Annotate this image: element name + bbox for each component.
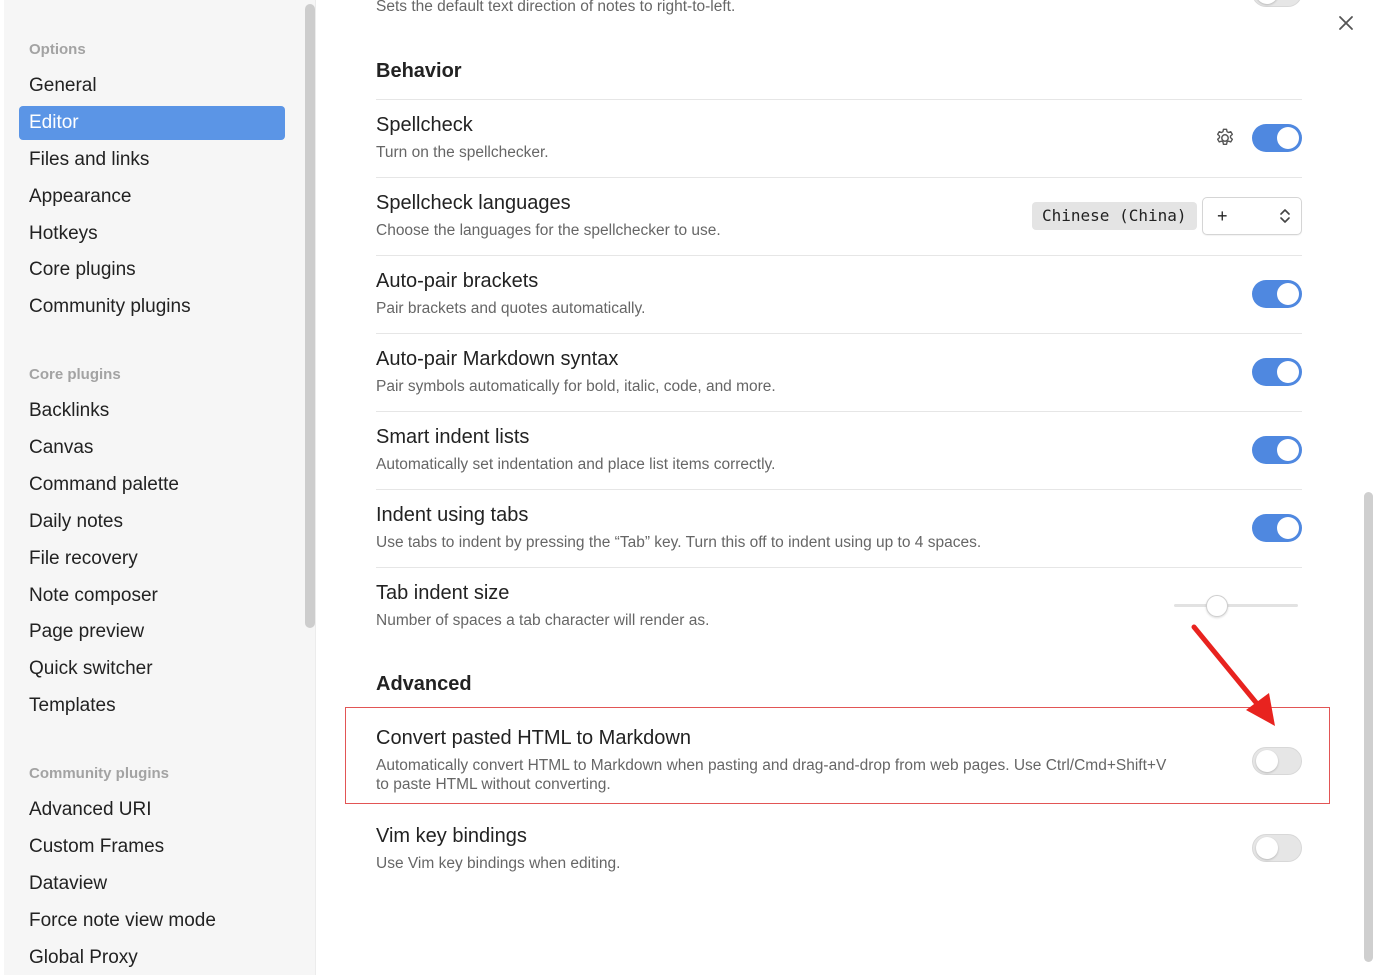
settings-content: Sets the default text direction of notes… xyxy=(317,0,1379,975)
autopair-markdown-toggle[interactable] xyxy=(1252,358,1302,386)
autopair-brackets-toggle[interactable] xyxy=(1252,280,1302,308)
setting-desc: Sets the default text direction of notes… xyxy=(376,0,736,15)
close-button[interactable] xyxy=(1333,10,1359,36)
language-select[interactable]: + xyxy=(1202,197,1302,235)
tab-size-slider[interactable] xyxy=(1174,604,1298,607)
language-chip[interactable]: Chinese (China) xyxy=(1032,202,1197,230)
content-scrollbar[interactable] xyxy=(1364,492,1373,962)
gear-icon[interactable] xyxy=(1214,127,1236,149)
divider xyxy=(376,567,1302,568)
sidebar-item-daily-notes[interactable]: Daily notes xyxy=(19,505,285,539)
sidebar-item-custom-frames[interactable]: Custom Frames xyxy=(19,830,285,864)
sidebar-scrollbar[interactable] xyxy=(305,4,315,628)
setting-name: Vim key bindings xyxy=(376,825,527,847)
sidebar-item-file-recovery[interactable]: File recovery xyxy=(19,542,285,576)
sidebar-item-hotkeys[interactable]: Hotkeys xyxy=(19,217,285,251)
spellcheck-toggle[interactable] xyxy=(1252,124,1302,152)
sidebar-header-options: Options xyxy=(29,41,86,58)
sidebar-item-templates[interactable]: Templates xyxy=(19,689,285,723)
slider-thumb[interactable] xyxy=(1206,595,1229,617)
setting-vim: Vim key bindings Use Vim key bindings wh… xyxy=(376,805,1302,885)
sidebar-item-general[interactable]: General xyxy=(19,69,285,103)
setting-spellcheck: Spellcheck Turn on the spellchecker. xyxy=(376,99,1302,177)
sidebar-item-backlinks[interactable]: Backlinks xyxy=(19,394,285,428)
sidebar-header-community-plugins: Community plugins xyxy=(29,765,169,782)
smart-indent-toggle[interactable] xyxy=(1252,436,1302,464)
sidebar-item-global-proxy[interactable]: Global Proxy xyxy=(19,941,285,975)
setting-desc: Automatically set indentation and place … xyxy=(376,456,776,473)
sidebar-item-files-and-links[interactable]: Files and links xyxy=(19,143,285,177)
setting-name: Smart indent lists xyxy=(376,426,530,448)
setting-autopair-brackets: Auto-pair brackets Pair brackets and quo… xyxy=(376,255,1302,333)
setting-desc: Choose the languages for the spellchecke… xyxy=(376,222,721,239)
setting-spellcheck-languages: Spellcheck languages Choose the language… xyxy=(376,177,1302,255)
setting-name: Auto-pair Markdown syntax xyxy=(376,348,619,370)
divider xyxy=(376,333,1302,334)
close-icon xyxy=(1339,16,1353,30)
sidebar-item-advanced-uri[interactable]: Advanced URI xyxy=(19,793,285,827)
setting-desc: Turn on the spellchecker. xyxy=(376,144,549,161)
sidebar-item-canvas[interactable]: Canvas xyxy=(19,431,285,465)
setting-desc: Use Vim key bindings when editing. xyxy=(376,855,621,872)
sidebar-header-core-plugins: Core plugins xyxy=(29,366,121,383)
select-value: + xyxy=(1217,206,1228,226)
sidebar-item-editor[interactable]: Editor xyxy=(19,106,285,140)
rtl-toggle[interactable] xyxy=(1252,0,1302,7)
sidebar-item-core-plugins[interactable]: Core plugins xyxy=(19,253,285,287)
setting-name: Spellcheck languages xyxy=(376,192,571,214)
setting-smart-indent: Smart indent lists Automatically set ind… xyxy=(376,411,1302,489)
divider xyxy=(376,489,1302,490)
vim-toggle[interactable] xyxy=(1252,834,1302,862)
setting-tab-size: Tab indent size Number of spaces a tab c… xyxy=(376,567,1302,645)
sidebar-item-force-note-view-mode[interactable]: Force note view mode xyxy=(19,904,285,938)
setting-autopair-markdown: Auto-pair Markdown syntax Pair symbols a… xyxy=(376,333,1302,411)
setting-indent-tabs: Indent using tabs Use tabs to indent by … xyxy=(376,489,1302,567)
divider xyxy=(376,177,1302,178)
section-title-behavior: Behavior xyxy=(376,60,462,82)
chevron-updown-icon xyxy=(1280,209,1290,223)
sidebar-item-appearance[interactable]: Appearance xyxy=(19,180,285,214)
setting-desc: Pair brackets and quotes automatically. xyxy=(376,300,646,317)
section-title-advanced: Advanced xyxy=(376,673,472,695)
setting-name: Tab indent size xyxy=(376,582,510,604)
setting-name: Indent using tabs xyxy=(376,504,529,526)
setting-desc: Pair symbols automatically for bold, ita… xyxy=(376,378,776,395)
divider xyxy=(376,255,1302,256)
sidebar-item-note-composer[interactable]: Note composer xyxy=(19,579,285,613)
divider xyxy=(376,411,1302,412)
sidebar-item-community-plugins[interactable]: Community plugins xyxy=(19,290,285,324)
sidebar-item-command-palette[interactable]: Command palette xyxy=(19,468,285,502)
settings-sidebar: Options General Editor Files and links A… xyxy=(4,0,316,975)
setting-desc: Number of spaces a tab character will re… xyxy=(376,612,710,629)
settings-window: Options General Editor Files and links A… xyxy=(0,0,1379,975)
annotation-highlight-box xyxy=(345,707,1330,804)
sidebar-item-quick-switcher[interactable]: Quick switcher xyxy=(19,652,285,686)
sidebar-item-page-preview[interactable]: Page preview xyxy=(19,615,285,649)
divider xyxy=(376,99,1302,100)
indent-tabs-toggle[interactable] xyxy=(1252,514,1302,542)
sidebar-item-dataview[interactable]: Dataview xyxy=(19,867,285,901)
setting-name: Spellcheck xyxy=(376,114,473,136)
setting-desc: Use tabs to indent by pressing the “Tab”… xyxy=(376,534,982,551)
setting-name: Auto-pair brackets xyxy=(376,270,539,292)
